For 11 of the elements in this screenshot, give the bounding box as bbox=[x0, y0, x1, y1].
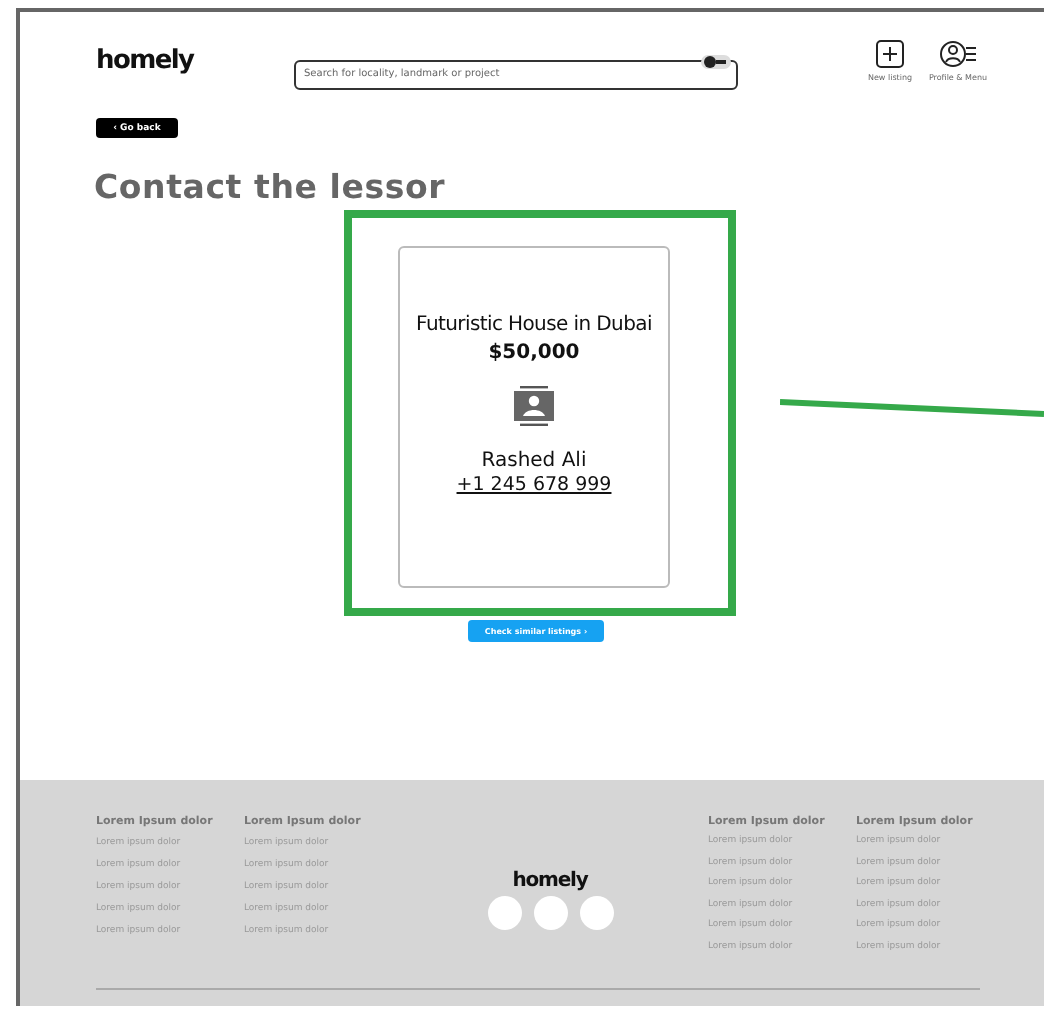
search-toggle-icon[interactable] bbox=[700, 53, 732, 69]
phone-link[interactable]: +1 245 678 999 bbox=[456, 474, 612, 496]
listing-title: Futuristic House in Dubai bbox=[416, 314, 652, 336]
listing-price: $50,000 bbox=[488, 342, 580, 364]
lessor-name: Rashed Ali bbox=[481, 450, 587, 472]
add-icon[interactable] bbox=[876, 40, 904, 68]
page-heading: Contact the lessor bbox=[94, 168, 448, 206]
profile-menu-icon[interactable] bbox=[940, 40, 976, 68]
contact-card-icon bbox=[514, 386, 554, 426]
footer-logo[interactable]: homely bbox=[512, 870, 588, 892]
logo[interactable]: homely bbox=[96, 46, 294, 76]
